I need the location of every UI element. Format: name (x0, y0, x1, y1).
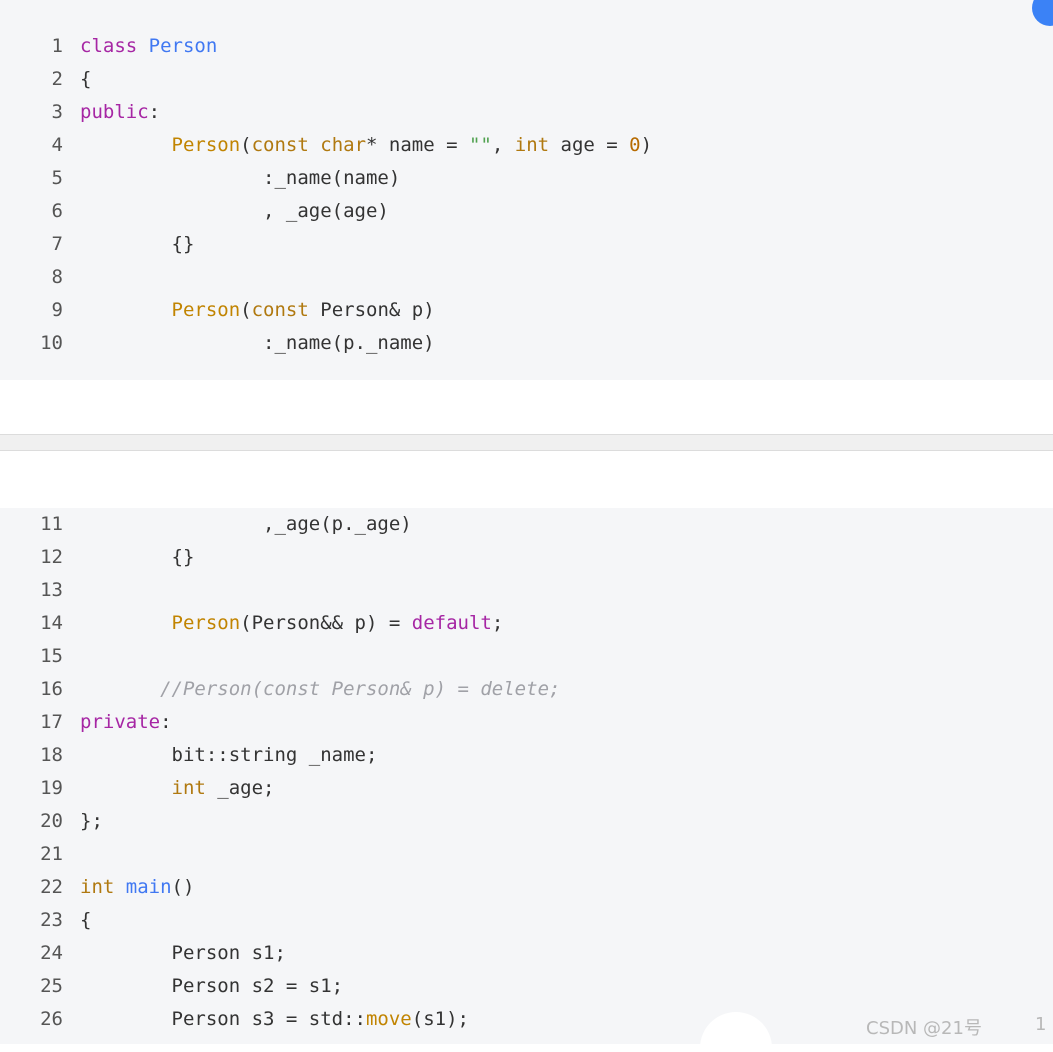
page-number: 1 (1035, 1014, 1047, 1035)
line-number: 7 (51, 233, 63, 255)
code-text: Person s2 = s1; (80, 975, 344, 997)
code-text: public: (80, 101, 161, 123)
page-gap (0, 451, 1053, 508)
line-number: 17 (40, 711, 63, 733)
code-text: int _age; (171, 777, 275, 799)
code-text: Person s1; (80, 942, 286, 964)
line-number: 20 (40, 810, 63, 832)
line-number: 4 (51, 134, 63, 156)
code-text: , _age(age) (80, 200, 389, 222)
code-text: bit::string _name; (80, 744, 378, 766)
line-number: 25 (40, 975, 63, 997)
code-text: :_name(name) (80, 167, 401, 189)
code-text: { (80, 68, 92, 90)
code-text: {} (80, 233, 195, 255)
line-number: 21 (40, 843, 63, 865)
line-number: 11 (40, 513, 63, 535)
line-number: 12 (40, 546, 63, 568)
line-number: 19 (40, 777, 63, 799)
line-number: 24 (40, 942, 63, 964)
line-number: 18 (40, 744, 63, 766)
code-text: { (80, 909, 92, 931)
code-text: //Person(const Person& p) = delete; (160, 678, 561, 700)
line-number: 13 (40, 579, 63, 601)
line-number: 26 (40, 1008, 63, 1030)
code-text: Person(Person&& p) = default; (171, 612, 504, 634)
line-number: 22 (40, 876, 63, 898)
code-text: {} (80, 546, 195, 568)
code-text: int main() (80, 876, 195, 898)
line-number: 2 (51, 68, 63, 90)
line-number: 15 (40, 645, 63, 667)
page-divider (0, 434, 1053, 451)
code-text: }; (80, 810, 103, 832)
code-text: private: (80, 711, 172, 733)
line-number: 9 (51, 299, 63, 321)
line-number: 6 (51, 200, 63, 222)
line-number: 1 (51, 35, 63, 57)
line-number: 10 (40, 332, 63, 354)
watermark: CSDN @21号 (866, 1018, 982, 1039)
code-text: :_name(p._name) (80, 332, 435, 354)
line-number: 23 (40, 909, 63, 931)
code-text: class Person (80, 35, 218, 57)
line-number: 8 (51, 266, 63, 288)
code-text: ,_age(p._age) (80, 513, 412, 535)
code-text: Person(const Person& p) (171, 299, 435, 321)
line-number: 16 (40, 678, 63, 700)
code-text: Person(const char* name = "", int age = … (171, 134, 653, 156)
line-number: 14 (40, 612, 63, 634)
line-number: 3 (51, 101, 63, 123)
code-text: Person s3 = std::move(s1); (80, 1008, 469, 1030)
line-number: 5 (51, 167, 63, 189)
page-gap (0, 380, 1053, 434)
